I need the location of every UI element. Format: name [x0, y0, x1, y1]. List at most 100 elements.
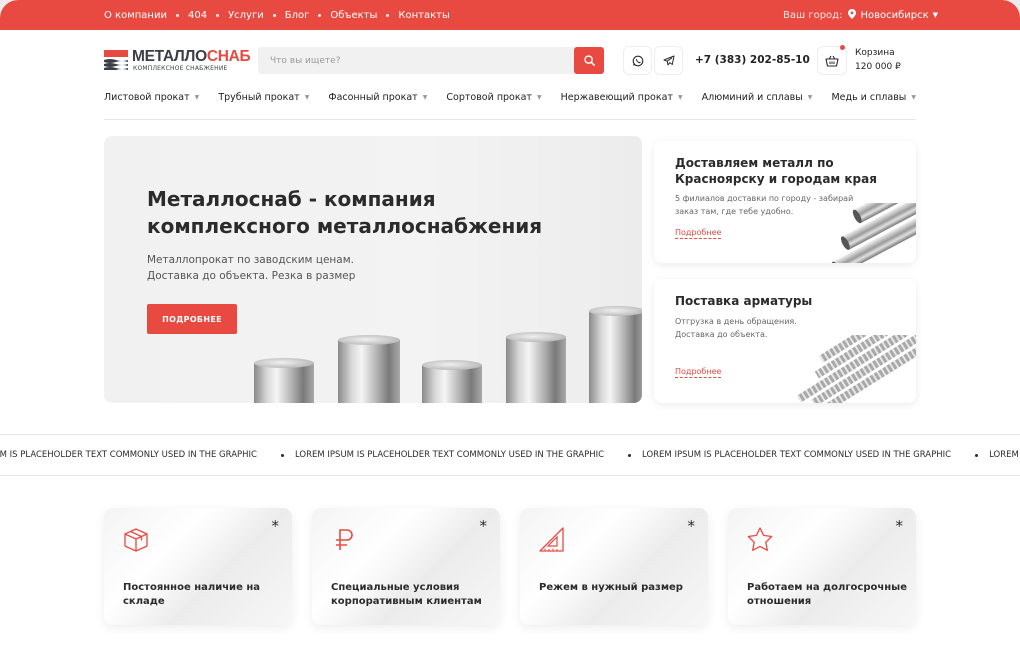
metal-bar-image — [254, 358, 314, 403]
ticker-item: LOREM IPSU — [975, 450, 1020, 460]
box-icon — [124, 528, 148, 552]
category-item[interactable]: Алюминий и сплавы ▼ — [702, 92, 813, 103]
chevron-down-icon: ▼ — [422, 94, 428, 101]
hero-banner: Металлоснаб - компания комплексного мета… — [104, 136, 642, 403]
city-name: Новосибирск — [860, 9, 929, 21]
basket-icon — [825, 55, 839, 67]
header-divider — [104, 119, 916, 120]
chevron-down-icon: ▼ — [304, 94, 310, 101]
top-link-objects[interactable]: Объекты — [330, 10, 377, 21]
cart-total: 120 000 ₽ — [855, 62, 901, 72]
logo-name-accent: СНАБ — [206, 48, 251, 65]
category-label: Алюминий и сплавы — [701, 92, 803, 103]
metal-bar-image — [589, 306, 642, 403]
logo-name: МЕТАЛЛОСНАБ — [132, 48, 251, 65]
chevron-down-icon: ▼ — [536, 94, 542, 101]
search-icon — [583, 55, 595, 66]
category-item[interactable]: Сортовой прокат ▼ — [446, 92, 541, 103]
search-box — [258, 47, 604, 74]
ticker-row: SUM IS PLACEHOLDER TEXT COMMONLY USED IN… — [0, 450, 1020, 460]
promo-desc-line: Доставка до объекта. — [675, 329, 768, 339]
ruble-icon — [336, 529, 353, 550]
triangle-ruler-icon — [539, 527, 564, 552]
separator-dot — [175, 13, 179, 17]
feature-title: Режем в нужный размер — [539, 582, 683, 593]
cart[interactable]: Корзина 120 000 ₽ — [818, 45, 918, 75]
asterisk-mark: * — [895, 517, 904, 535]
feature-title: Постоянное наличие на складе — [123, 582, 260, 607]
phone-number[interactable]: +7 (383) 202-85-10 — [695, 54, 810, 66]
logo[interactable]: МЕТАЛЛОСНАБ КОМПЛЕКСНОЕ СНАБЖЕНИЕ — [104, 48, 251, 74]
ticker-item: LOREM IPSUM IS PLACEHOLDER TEXT COMMONLY… — [628, 450, 951, 460]
search-button[interactable] — [574, 47, 604, 74]
chevron-down-icon: ▼ — [194, 94, 200, 101]
promo-title-line: Красноярску и городам края — [675, 172, 877, 186]
telegram-button[interactable] — [655, 47, 682, 74]
separator-dot — [318, 13, 322, 17]
bullet-dot — [280, 453, 284, 457]
asterisk-mark: * — [479, 517, 488, 535]
category-item[interactable]: Нержавеющий прокат ▼ — [561, 92, 683, 103]
category-label: Фасонный прокат — [328, 92, 418, 103]
promo-card-title: Поставка арматуры — [675, 294, 813, 308]
logo-tagline: КОМПЛЕКСНОЕ СНАБЖЕНИЕ — [133, 65, 228, 72]
metal-bar-image — [338, 335, 400, 403]
chevron-down-icon: ▼ — [807, 94, 813, 101]
chevron-down-icon: ▼ — [911, 94, 916, 101]
logo-name-main: МЕТАЛЛО — [132, 48, 207, 65]
feature-card-longterm: * Работаем на долгосрочные отношения — [728, 508, 916, 625]
chevron-down-icon: ▼ — [932, 11, 939, 19]
bullet-dot — [975, 453, 979, 457]
bullet-dot — [628, 453, 632, 457]
promo-card-description: Отгрузка в день обращения. Доставка до о… — [675, 316, 797, 341]
separator-dot — [272, 13, 276, 17]
promo-more-link[interactable]: Подробнее — [675, 228, 722, 239]
category-label: Трубный прокат — [218, 92, 300, 103]
asterisk-mark: * — [687, 517, 696, 535]
hero-line-1: Металлопрокат по заводским ценам. — [147, 254, 354, 266]
feature-card-cutting: * Режем в нужный размер — [520, 508, 708, 625]
page: О компании 404 Услуги Блог Объекты Конта… — [0, 0, 1020, 652]
hero-more-button[interactable]: ПОДРОБНЕЕ — [147, 304, 237, 334]
metal-bar-image — [422, 360, 482, 403]
telegram-icon — [663, 55, 674, 66]
category-item[interactable]: Медь и сплавы ▼ — [831, 92, 915, 103]
category-label: Сортовой прокат — [446, 92, 532, 103]
top-link-blog[interactable]: Блог — [285, 10, 310, 21]
promo-desc-line: заказ там, где тебе удобно. — [675, 206, 794, 216]
top-link-404[interactable]: 404 — [188, 10, 207, 21]
whatsapp-button[interactable] — [624, 47, 651, 74]
feature-title: Специальные условия корпоративным клиент… — [331, 582, 482, 607]
city-label: Ваш город: — [783, 9, 843, 21]
promo-desc-line: Отгрузка в день обращения. — [675, 317, 797, 326]
category-label: Нержавеющий прокат — [560, 92, 673, 103]
city-selector[interactable]: Ваш город: Новосибирск ▼ — [783, 0, 938, 30]
category-item[interactable]: Фасонный прокат ▼ — [328, 92, 427, 103]
hero-description: Металлопрокат по заводским ценам. Достав… — [147, 252, 377, 284]
promo-more-link[interactable]: Подробнее — [675, 367, 722, 378]
search-input[interactable] — [258, 47, 568, 74]
hero-title: Металлоснаб - компания комплексного мета… — [147, 187, 543, 238]
cart-button[interactable] — [818, 47, 846, 74]
chevron-down-icon: ▼ — [677, 94, 683, 101]
category-item[interactable]: Трубный прокат ▼ — [218, 92, 309, 103]
rebar-image — [796, 335, 916, 403]
ticker-text: LOREM IPSUM IS PLACEHOLDER TEXT COMMONLY… — [642, 450, 952, 460]
ticker-strip: SUM IS PLACEHOLDER TEXT COMMONLY USED IN… — [0, 434, 1020, 476]
cart-label: Корзина — [855, 48, 895, 58]
top-link-services[interactable]: Услуги — [228, 10, 264, 21]
ticker-item: LOREM IPSUM IS PLACEHOLDER TEXT COMMONLY… — [280, 450, 604, 460]
promo-card-rebar[interactable]: Поставка арматуры Отгрузка в день обраще… — [654, 279, 916, 403]
feature-card-stock: * Постоянное наличие на складе — [104, 508, 292, 625]
feature-card-corporate: * Специальные условия корпоративным клие… — [312, 508, 500, 625]
category-item[interactable]: Листовой прокат ▼ — [104, 92, 199, 103]
promo-card-delivery[interactable]: Доставляем металл по Красноярску и город… — [654, 141, 916, 263]
ticker-item: SUM IS PLACEHOLDER TEXT COMMONLY USED IN… — [0, 450, 257, 460]
ticker-text: LOREM IPSU — [989, 450, 1020, 460]
category-label: Медь и сплавы — [831, 92, 907, 103]
top-link-about[interactable]: О компании — [104, 10, 167, 21]
steel-pipes-image — [831, 203, 916, 263]
category-menu: Листовой прокат ▼ Трубный прокат ▼ Фасонны… — [104, 92, 916, 103]
location-pin-icon — [848, 8, 857, 22]
top-link-contacts[interactable]: Контакты — [398, 10, 449, 21]
